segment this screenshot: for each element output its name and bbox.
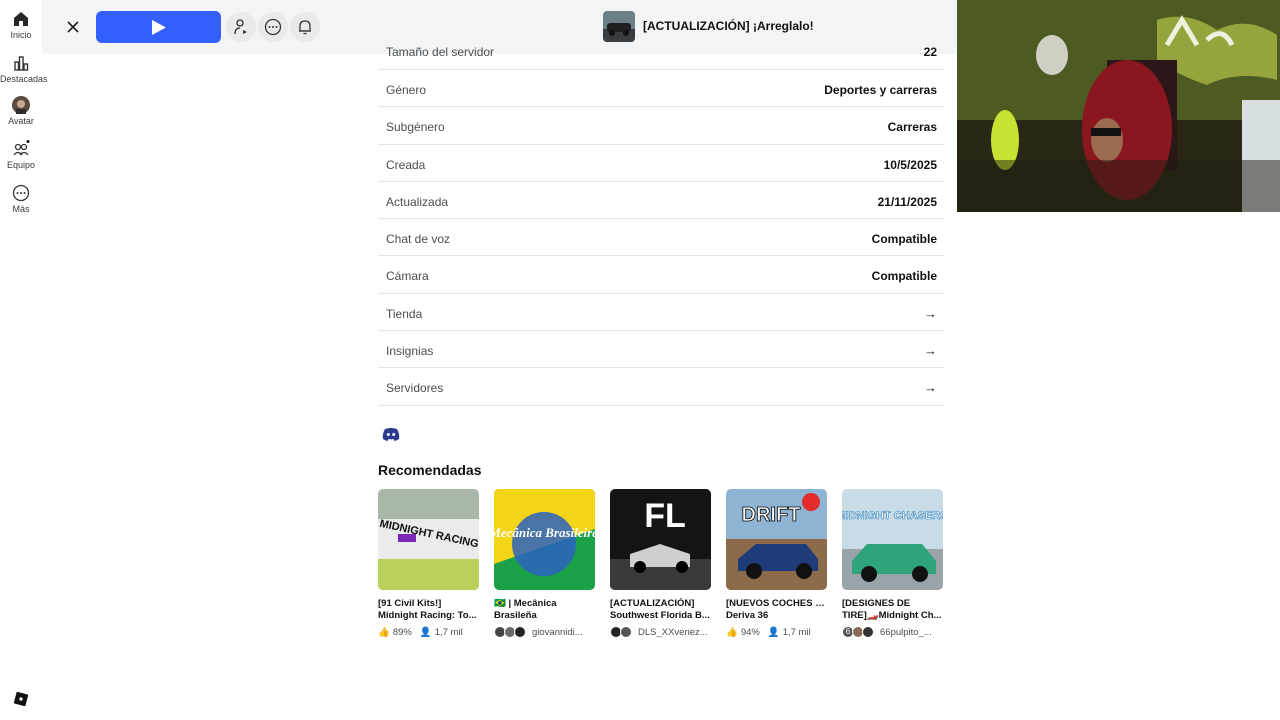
thumb-text: Mecânica Brasileira (494, 525, 595, 540)
card-title: 🇧🇷 | Mecânica Brasileña (494, 598, 557, 621)
detail-row-updated: Actualizada 21/11/2025 (378, 182, 944, 220)
link-label: Tienda (386, 306, 423, 321)
recommended-game-card[interactable]: DRIFT [NUEVOS COCHES 🏁] Deriva 36 👍 94% 👤 1,… (726, 489, 827, 639)
sidebar-item-label: Equipo (6, 160, 36, 170)
detail-value: 10/5/2025 (883, 157, 937, 172)
game-details-table: Tamaño del servidor 22 Género Deportes y… (378, 33, 944, 406)
card-title: [ACTUALIZACIÓN] Southwest Florida B... (610, 598, 710, 621)
detail-value: Compatible (871, 232, 937, 247)
store-link-row[interactable]: Tienda → (378, 294, 944, 332)
sidebar-item-equipo[interactable]: Equipo (0, 140, 42, 170)
detail-value: Carreras (887, 120, 937, 135)
more-options-button[interactable] (258, 12, 288, 42)
card-stats: 👍 89% 👤 1,7 mil (378, 625, 479, 639)
webcam-overlay (957, 0, 1280, 212)
sidebar-item-label: Inicio (10, 30, 32, 40)
more-icon (12, 184, 30, 202)
card-stats: 👍 94% 👤 1,7 mil (726, 625, 827, 639)
game-thumbnail: FL (610, 489, 711, 590)
sidebar-item-avatar[interactable]: Avatar (0, 96, 42, 126)
sidebar-item-inicio[interactable]: Inicio (0, 10, 42, 40)
players-icon: 👤 (767, 626, 780, 638)
close-icon[interactable] (62, 16, 84, 38)
arrow-right-icon: → (924, 380, 937, 396)
home-icon (14, 12, 28, 26)
recommended-game-card[interactable]: MIDNIGHT CHASERS [DESIGNES DE TIRE]🏎️Midn… (842, 489, 943, 639)
arrow-right-icon: → (924, 343, 937, 359)
play-button[interactable] (96, 11, 221, 43)
card-creator: giovannidi... (494, 625, 595, 639)
creator-name: 66pulpito_... (880, 626, 932, 638)
card-title: [DESIGNES DE TIRE]🏎️Midnight Ch... (842, 598, 942, 621)
detail-label: Creada (386, 157, 426, 172)
thumb-text: DRIFT (742, 504, 801, 526)
sidebar-item-label: Más (12, 204, 30, 214)
rating-value: 94% (740, 626, 760, 638)
game-thumbnail: MIDNIGHT RACING (378, 489, 479, 590)
card-creator: DLS_XXvenez... (610, 625, 711, 639)
person-arrow-icon (234, 19, 247, 35)
detail-label: Chat de voz (386, 232, 451, 247)
detail-label: Subgénero (386, 120, 445, 135)
detail-label: Cámara (386, 269, 429, 284)
detail-label: Género (386, 83, 427, 97)
detail-row-camera: Cámara Compatible (378, 256, 944, 294)
game-thumbnail: DRIFT (726, 489, 827, 590)
sidebar-item-label: Avatar (8, 116, 34, 126)
play-icon (152, 20, 166, 35)
recommended-heading: Recomendadas (378, 462, 482, 478)
card-title: [91 Civil Kits!] Midnight Racing: To... (378, 598, 477, 621)
roblox-logo-icon[interactable] (14, 692, 28, 706)
game-title: [ACTUALIZACIÓN] ¡Arreglalo! (643, 19, 814, 33)
thumb-text: MIDNIGHT CHASERS (842, 510, 943, 522)
players-value: 1,7 mil (434, 626, 463, 638)
left-sidebar: Inicio Destacadas Avatar Equipo Más (0, 0, 48, 720)
detail-row-server-size: Tamaño del servidor 22 (378, 33, 944, 70)
ellipsis-icon (264, 18, 282, 36)
detail-label: Tamaño del servidor (386, 45, 495, 59)
card-title: [NUEVOS COCHES 🏁] Deriva 36 (726, 598, 827, 621)
game-thumbnail: Mecânica Brasileira (494, 489, 595, 590)
creator-name: DLS_XXvenez... (638, 626, 708, 638)
detail-row-voice-chat: Chat de voz Compatible (378, 219, 944, 257)
link-label: Servidores (386, 381, 444, 396)
players-value: 1,7 mil (782, 626, 811, 638)
detail-value: Deportes y carreras (824, 83, 937, 97)
detail-value: 22 (923, 45, 937, 59)
team-icon (13, 140, 30, 156)
thumb-text: FL (644, 497, 686, 535)
notifications-button[interactable] (290, 12, 320, 42)
thumbs-up-icon: 👍 (378, 626, 390, 638)
players-icon: 👤 (419, 626, 432, 638)
servers-link-row[interactable]: Servidores → (378, 368, 944, 406)
detail-value: Compatible (871, 269, 937, 284)
bell-icon (299, 20, 311, 35)
recommended-game-card[interactable]: Mecânica Brasileira 🇧🇷 | Mecânica Brasile… (494, 489, 595, 639)
detail-row-created: Creada 10/5/2025 (378, 145, 944, 182)
recommended-game-card[interactable]: FL [ACTUALIZACIÓN] Southwest Florida B...… (610, 489, 711, 639)
detail-value: 21/11/2025 (877, 194, 937, 209)
badges-link-row[interactable]: Insignias → (378, 331, 944, 369)
card-creator: 6 66pulpito_... (842, 625, 943, 639)
rating-value: 89% (392, 626, 412, 638)
arrow-right-icon: → (924, 305, 937, 321)
thumbs-up-icon: 👍 (726, 626, 738, 638)
sidebar-item-destacadas[interactable]: Destacadas (0, 54, 48, 84)
chart-icon (14, 56, 29, 71)
avatar-icon (12, 96, 30, 114)
link-label: Insignias (386, 344, 434, 359)
sidebar-item-label: Destacadas (0, 74, 48, 84)
detail-row-genre: Género Deportes y carreras (378, 70, 944, 108)
creator-name: giovannidi... (532, 626, 583, 638)
game-thumbnail: MIDNIGHT CHASERS (842, 489, 943, 590)
detail-row-subgenre: Subgénero Carreras (378, 107, 944, 145)
recommended-game-card[interactable]: MIDNIGHT RACING [91 Civil Kits!] Midnight… (378, 489, 479, 639)
discord-icon[interactable] (382, 427, 400, 441)
detail-label: Actualizada (386, 194, 449, 209)
sidebar-item-mas[interactable]: Más (0, 184, 42, 214)
friend-join-button[interactable] (226, 12, 256, 42)
